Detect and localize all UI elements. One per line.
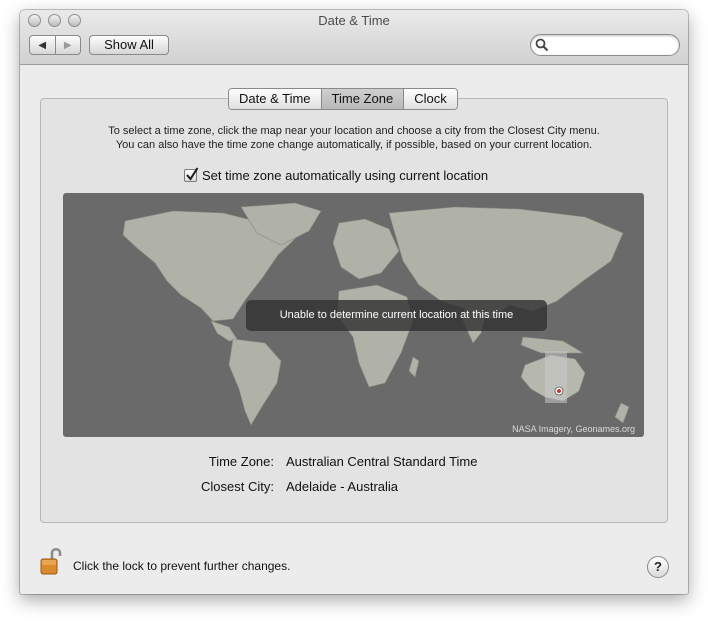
tab-time-zone[interactable]: Time Zone [320,89,404,109]
tab-bar: Date & Time Time Zone Clock [228,88,458,110]
forward-button[interactable]: ▶ [56,36,81,54]
europe-landmass [332,218,400,280]
auto-timezone-row: Set time zone automatically using curren… [184,166,488,184]
help-button[interactable]: ? [647,556,669,578]
instructions-line-1: To select a time zone, click the map nea… [108,125,600,137]
lock-message: Click the lock to prevent further change… [73,559,291,573]
search-input[interactable] [551,37,675,55]
tab-date-time[interactable]: Date & Time [229,89,321,109]
lock-icon[interactable] [39,546,63,576]
indonesia-landmass [520,336,585,354]
auto-timezone-label[interactable]: Set time zone automatically using curren… [202,168,488,183]
selected-time-zone-band [545,351,567,403]
window-title: Date & Time [318,13,390,28]
new-zealand-landmass [614,402,630,424]
instructions-line-2: You can also have the time zone change a… [115,139,593,151]
time-zone-value: Australian Central Standard Time [286,454,478,469]
back-button[interactable]: ◀ [30,36,56,54]
back-arrow-icon: ◀ [38,39,47,51]
time-zone-label: Time Zone: [208,454,274,469]
world-map[interactable]: Unable to determine current location at … [63,193,644,437]
closest-city-value[interactable]: Adelaide - Australia [286,479,398,494]
south-america-landmass [228,338,282,426]
search-field[interactable] [530,34,680,56]
tab-clock[interactable]: Clock [403,89,457,109]
madagascar-landmass [408,356,420,378]
map-credit: NASA Imagery, Geonames.org [512,424,635,434]
location-error-overlay: Unable to determine current location at … [246,300,547,331]
forward-arrow-icon: ▶ [63,39,72,51]
preferences-window: Date & Time ◀ ▶ Show All Date & Time Tim… [20,10,688,594]
search-icon [535,38,549,52]
title-bar: Date & Time ◀ ▶ Show All [20,10,688,65]
navigation-buttons: ◀ ▶ [29,35,81,55]
instructions: To select a time zone, click the map nea… [60,124,648,152]
checkmark-icon [186,166,199,181]
show-all-button[interactable]: Show All [89,35,169,55]
closest-city-label: Closest City: [201,479,274,494]
auto-timezone-checkbox[interactable] [184,166,199,182]
central-america-landmass [210,320,238,342]
